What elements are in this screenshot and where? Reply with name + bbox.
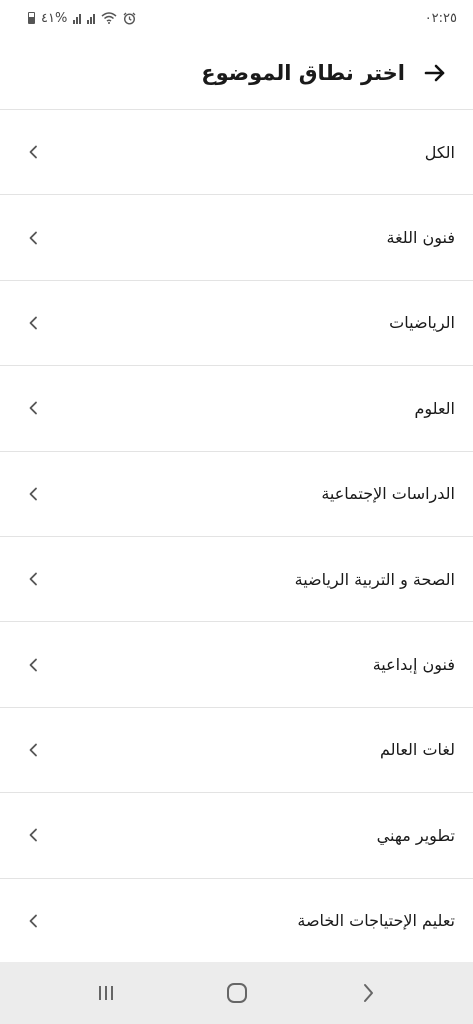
list-item[interactable]: الرياضيات: [0, 281, 473, 367]
list-item[interactable]: تطوير مهني: [0, 793, 473, 879]
list-item-label: الصحة و التربية الرياضية: [294, 569, 455, 589]
list-item[interactable]: العلوم: [0, 366, 473, 452]
status-icons: %٤١: [28, 11, 136, 26]
list-item-label: العلوم: [414, 398, 455, 418]
list-item-label: فنون اللغة: [386, 228, 456, 248]
status-bar: %٤١ ٠٢:٢٥: [0, 0, 473, 36]
chevron-left-icon: [26, 828, 40, 842]
chevron-left-icon: [26, 658, 40, 672]
chevron-left-icon: [26, 914, 40, 928]
list-item-label: الكل: [424, 142, 455, 162]
chevron-left-icon: [26, 401, 40, 415]
list-item[interactable]: لغات العالم: [0, 708, 473, 794]
list-item[interactable]: تعليم الإحتياجات الخاصة: [0, 879, 473, 964]
home-button[interactable]: [217, 973, 257, 1013]
battery-icon: [28, 12, 35, 24]
list-item[interactable]: فنون اللغة: [0, 195, 473, 281]
wifi-icon: [101, 12, 117, 24]
list-item-label: تطوير مهني: [376, 825, 455, 845]
list-item[interactable]: الصحة و التربية الرياضية: [0, 537, 473, 623]
alarm-icon: [123, 12, 136, 25]
recents-icon: [98, 986, 113, 1000]
clock: ٠٢:٢٥: [424, 10, 457, 26]
list-item[interactable]: الكل: [0, 110, 473, 196]
arrow-right-icon: [424, 64, 445, 81]
battery-percentage: %٤١: [41, 10, 68, 26]
chevron-left-icon: [26, 316, 40, 330]
subject-list: الكل فنون اللغة الرياضيات العلوم الدراسات ال…: [0, 110, 473, 964]
system-nav-bar: [0, 962, 473, 1024]
chevron-left-icon: [26, 743, 40, 757]
list-item-label: تعليم الإحتياجات الخاصة: [297, 911, 455, 931]
chevron-left-icon: [26, 145, 40, 159]
chevron-left-icon: [26, 572, 40, 586]
list-item-label: الرياضيات: [389, 313, 455, 333]
list-item-label: فنون إبداعية: [372, 655, 455, 675]
signal-icon: [73, 13, 82, 24]
nav-back-button[interactable]: [348, 973, 388, 1013]
back-chevron-icon: [363, 984, 373, 1002]
chevron-left-icon: [26, 231, 40, 245]
page-title: اختر نطاق الموضوع: [201, 60, 405, 85]
app-screen: %٤١ ٠٢:٢٥ اختر نطاق الموضوع الكل فنون ال…: [0, 0, 473, 1024]
recents-button[interactable]: [86, 973, 126, 1013]
home-icon: [226, 983, 247, 1003]
list-item-label: لغات العالم: [379, 740, 455, 760]
chevron-left-icon: [26, 487, 40, 501]
list-item-label: الدراسات الإجتماعية: [321, 484, 455, 504]
signal-icon-2: [87, 13, 96, 24]
list-item[interactable]: الدراسات الإجتماعية: [0, 452, 473, 537]
header: اختر نطاق الموضوع: [0, 36, 473, 110]
list-item[interactable]: فنون إبداعية: [0, 622, 473, 708]
back-button[interactable]: [423, 61, 447, 85]
